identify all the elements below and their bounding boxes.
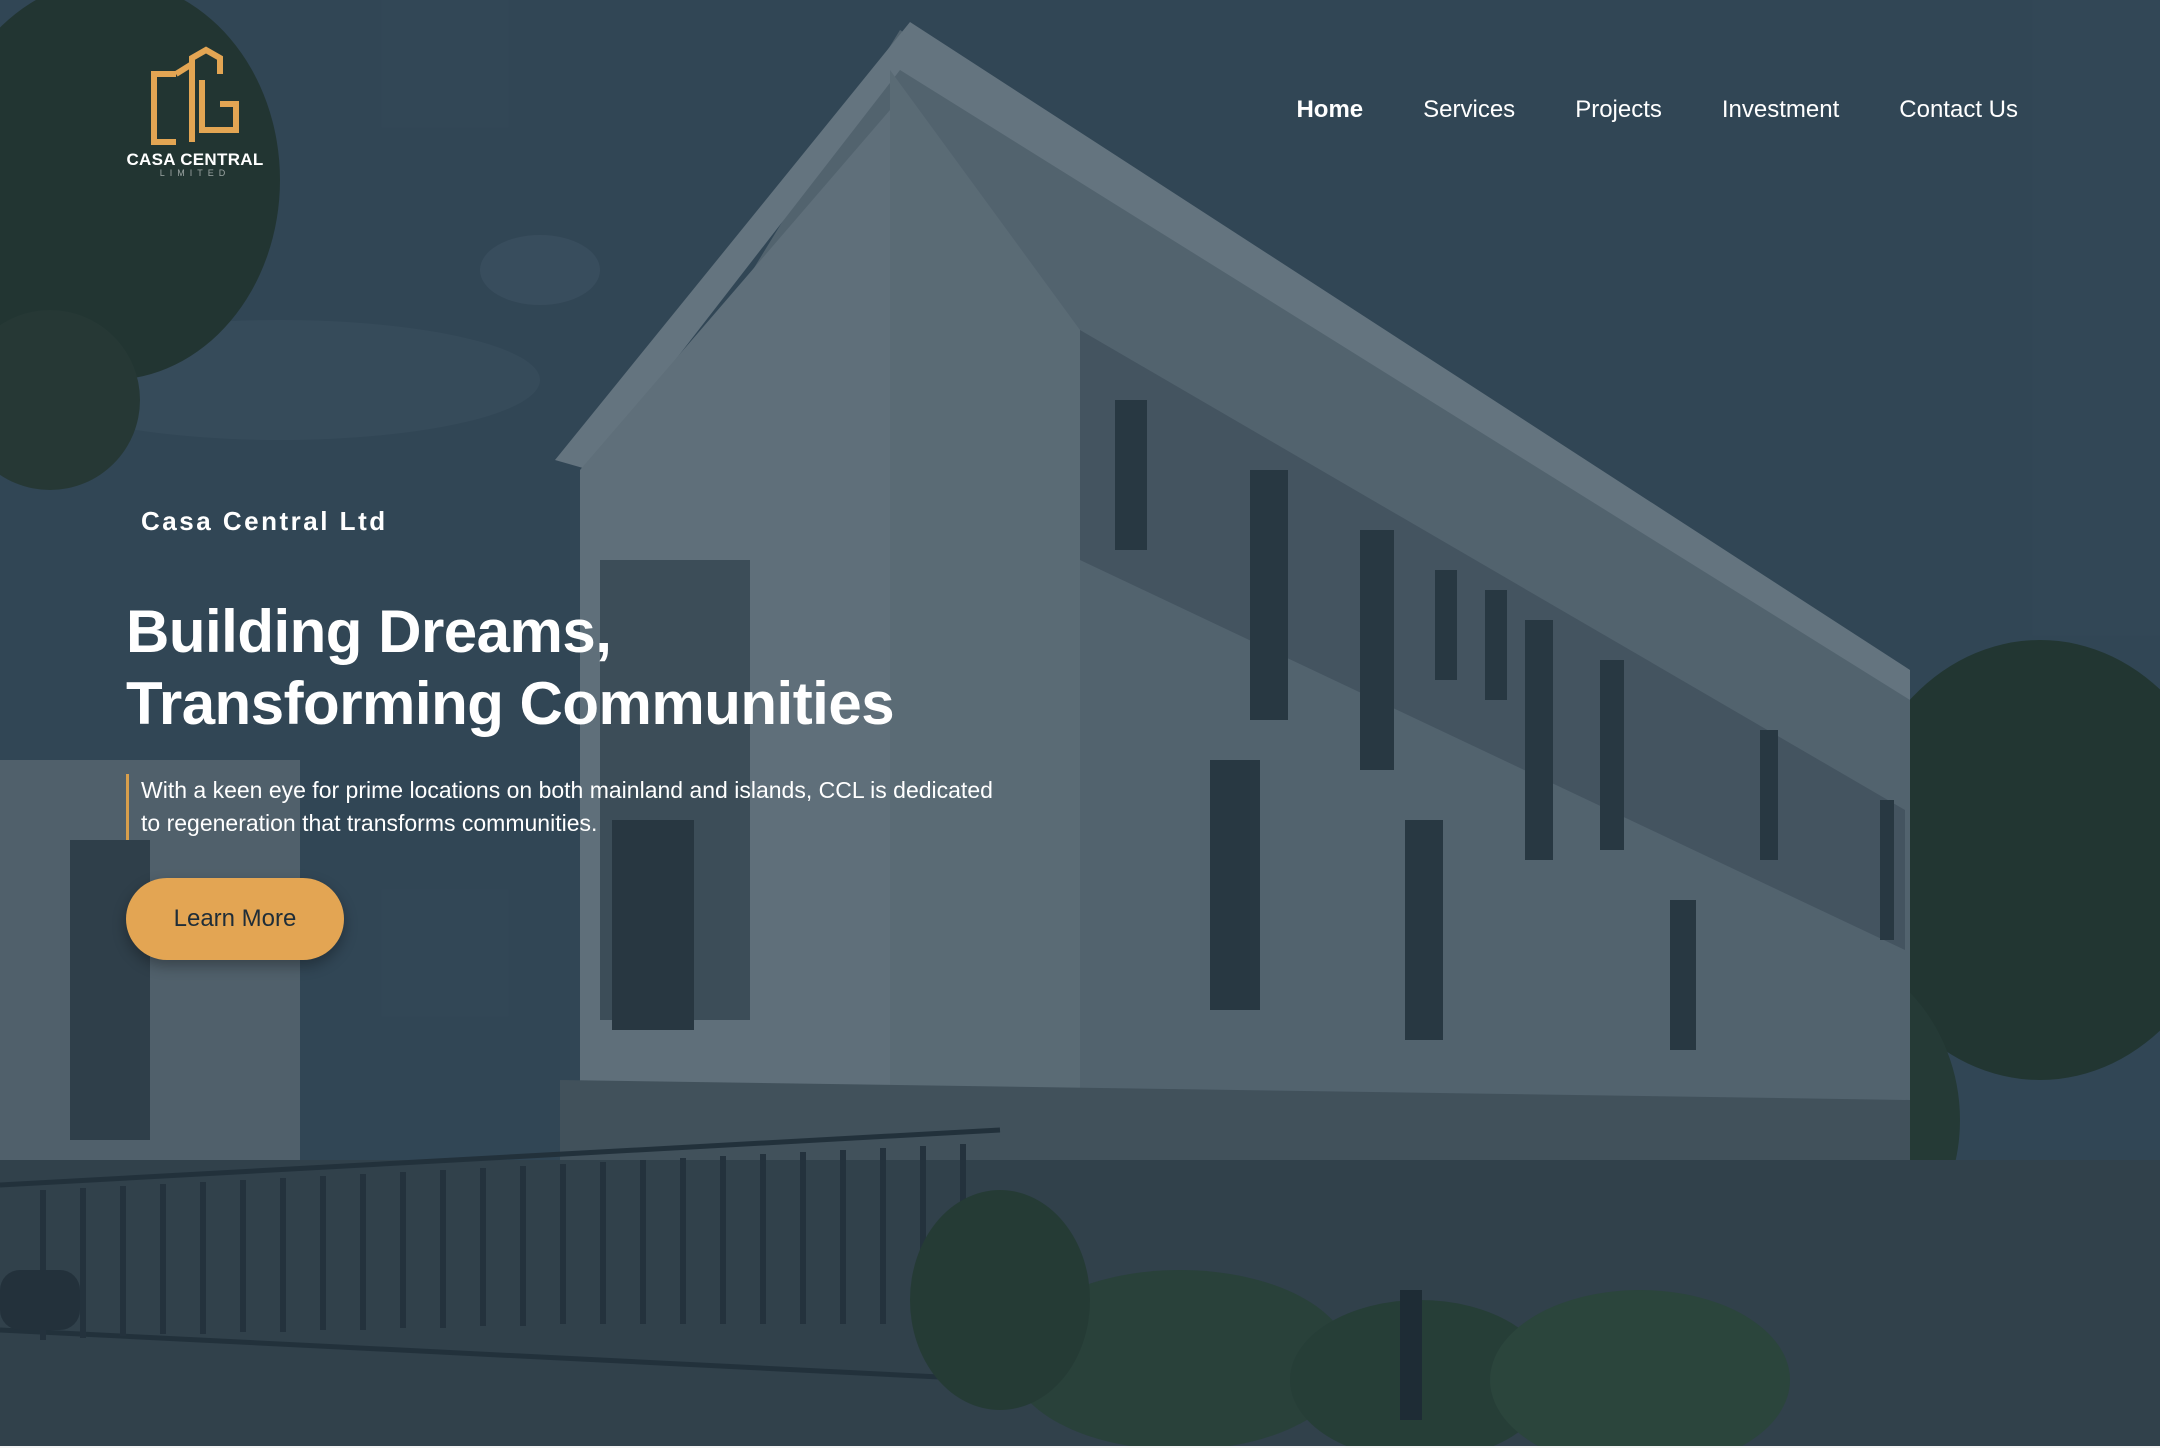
- building-logo-icon: [151, 46, 239, 145]
- brand-subname: LIMITED: [159, 168, 231, 178]
- hero-eyebrow: Casa Central Ltd: [141, 506, 388, 536]
- brand-name: CASA CENTRAL: [126, 150, 264, 169]
- nav-item-projects[interactable]: Projects: [1575, 96, 1662, 124]
- nav-item-home[interactable]: Home: [1296, 96, 1363, 124]
- nav-item-contact-us[interactable]: Contact Us: [1899, 96, 2018, 124]
- nav-item-services[interactable]: Services: [1423, 96, 1515, 124]
- hero-headline-line1: Building Dreams,: [126, 598, 612, 665]
- hero-description-line1: With a keen eye for prime locations on b…: [141, 777, 993, 803]
- hero-headline-line2: Transforming Communities: [126, 670, 895, 737]
- hero-description-block: With a keen eye for prime locations on b…: [126, 774, 1026, 840]
- learn-more-button[interactable]: Learn More: [126, 878, 344, 960]
- nav-item-investment[interactable]: Investment: [1722, 96, 1839, 124]
- hero-description-line2: to regeneration that transforms communit…: [141, 810, 598, 836]
- hero-headline: Building Dreams, Transforming Communitie…: [126, 596, 1026, 740]
- main-nav: Home Services Projects Investment Contac…: [1296, 96, 2018, 124]
- hero-section: CASA CENTRAL LIMITED Home Services Proje…: [0, 0, 2160, 1448]
- hero-description: With a keen eye for prime locations on b…: [141, 774, 1021, 840]
- brand-logo[interactable]: CASA CENTRAL LIMITED: [126, 44, 264, 180]
